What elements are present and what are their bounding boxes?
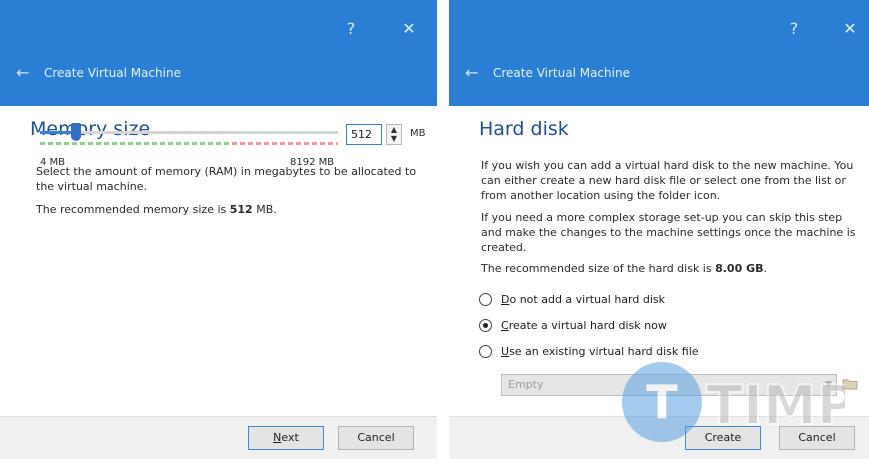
recommended-suffix: MB. [252, 203, 277, 216]
folder-icon[interactable] [842, 376, 858, 392]
radio-existing-disk[interactable]: Use an existing virtual hard disk file [479, 344, 839, 362]
next-button[interactable]: Next [248, 426, 324, 450]
page-title: Memory size [30, 118, 151, 140]
radio-label: Create a virtual hard disk now [501, 318, 667, 333]
next-label: ext [281, 431, 299, 444]
recommended-value: 512 [229, 203, 253, 216]
cancel-button[interactable]: Cancel [779, 426, 855, 450]
close-icon[interactable]: ✕ [398, 18, 420, 40]
recommended-value: 8.00 GB [715, 262, 764, 275]
recommended-memory-text: The recommended memory size is 512 MB. [36, 202, 277, 217]
memory-slider-track[interactable] [40, 131, 338, 134]
radio-button[interactable] [479, 345, 492, 358]
label-rest: reate a virtual hard disk now [508, 319, 667, 332]
label-rest: se an existing virtual hard disk file [509, 345, 699, 358]
slider-min-label: 4 MB [40, 157, 66, 168]
radio-button[interactable] [479, 319, 492, 332]
close-icon[interactable]: ✕ [839, 18, 861, 40]
memory-spinner-icon[interactable]: ▲ ▼ [386, 124, 402, 145]
mnemonic: U [501, 345, 510, 358]
disk-description-1: If you wish you can add a virtual hard d… [481, 159, 854, 202]
memory-unit-label: MB [410, 128, 426, 139]
memory-description: Select the amount of memory (RAM) in meg… [36, 165, 417, 193]
recommended-suffix: . [763, 262, 767, 275]
help-icon[interactable]: ? [340, 18, 362, 40]
dialog-content: Hard disk If you wish you can add a virt… [449, 106, 869, 417]
radio-selected-dot [483, 323, 488, 328]
memory-size-dialog: ? ✕ ← Create Virtual Machine Memory size… [0, 0, 437, 459]
radio-create-disk[interactable]: Create a virtual hard disk now [479, 318, 839, 336]
disk-description-2: If you need a more complex storage set-u… [481, 211, 856, 254]
recommended-prefix: The recommended size of the hard disk is [481, 262, 716, 275]
label-rest: o not add a virtual hard disk [509, 293, 665, 306]
title-bar: ? ✕ ← Create Virtual Machine [0, 0, 437, 106]
window-title: Create Virtual Machine [493, 66, 630, 80]
recommended-disk-text: The recommended size of the hard disk is… [481, 261, 767, 276]
mnemonic: C [501, 319, 509, 332]
window-title: Create Virtual Machine [44, 66, 181, 80]
memory-size-input[interactable]: 512 [346, 124, 382, 145]
dialog-footer: Next Cancel [0, 416, 437, 459]
existing-disk-combo[interactable]: Empty ▼ [501, 374, 837, 396]
back-arrow-icon[interactable]: ← [16, 64, 34, 82]
title-bar: ? ✕ ← Create Virtual Machine [449, 0, 869, 106]
hard-disk-dialog: ? ✕ ← Create Virtual Machine Hard disk I… [449, 0, 869, 459]
memory-slider-thumb[interactable] [71, 123, 82, 141]
dialog-content: Memory size Select the amount of memory … [0, 106, 437, 417]
memory-slider-scale-red [232, 142, 338, 145]
radio-label: Use an existing virtual hard disk file [501, 344, 699, 359]
radio-no-disk[interactable]: Do not add a virtual hard disk [479, 292, 839, 310]
radio-button[interactable] [479, 293, 492, 306]
create-button[interactable]: Create [685, 426, 761, 450]
dialog-footer: Create Cancel [449, 416, 869, 459]
combo-value: Empty [508, 378, 544, 391]
help-icon[interactable]: ? [783, 18, 805, 40]
recommended-prefix: The recommended memory size is [36, 203, 230, 216]
cancel-button[interactable]: Cancel [338, 426, 414, 450]
page-title: Hard disk [479, 118, 569, 140]
back-arrow-icon[interactable]: ← [465, 64, 483, 82]
radio-label: Do not add a virtual hard disk [501, 292, 665, 307]
chevron-down-icon: ▼ [825, 380, 832, 390]
slider-max-label: 8192 MB [290, 157, 335, 168]
